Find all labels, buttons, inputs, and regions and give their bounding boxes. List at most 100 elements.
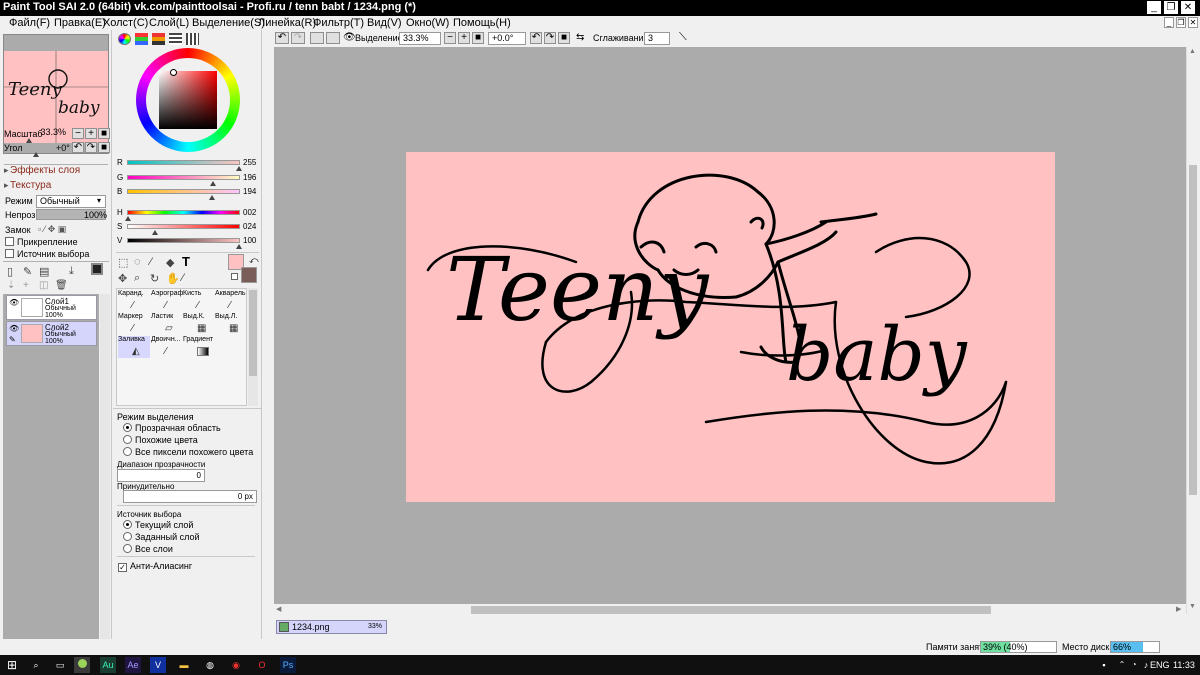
menu-view[interactable]: Вид(V) [367,16,402,30]
vegas-app-icon[interactable]: V [150,657,166,673]
transfer-down-icon[interactable]: ⤓ [69,265,74,278]
invert-selection-button[interactable] [326,32,340,44]
transparent-color-icon[interactable] [231,273,238,280]
tools-scrollbar[interactable] [248,288,258,406]
eye-icon[interactable]: 👁 [9,298,19,307]
g-slider-thumb[interactable] [210,181,216,186]
layers-scrollbar[interactable] [100,294,110,655]
opera-browser-icon[interactable]: O [254,657,270,673]
b-value[interactable]: 194 [243,187,256,196]
v-slider[interactable] [127,238,240,243]
canvas-vertical-scrollbar[interactable]: ▲ ▼ [1186,47,1198,614]
menu-file[interactable]: Файл(F) [9,16,50,30]
v-slider-thumb[interactable] [236,244,242,249]
zoom-field[interactable]: 33.3% [399,32,441,45]
close-button[interactable]: ✕ [1181,1,1195,14]
tool-pencil[interactable]: Каранд. ⁄ [118,290,150,312]
selection-mode-option-3[interactable]: Все пиксели похожего цвета [123,447,253,457]
restore-button[interactable]: ❐ [1164,1,1178,14]
clip-checkbox[interactable] [5,237,14,246]
rotate-reset-button[interactable]: ■ [98,142,110,153]
zoom-out-button[interactable]: − [444,32,456,44]
scroll-right-icon[interactable]: ▶ [1176,605,1181,613]
canvas-area[interactable]: Teeny baby [274,47,1186,604]
h-slider[interactable] [127,210,240,215]
menu-edit[interactable]: Правка(E) [54,16,106,30]
menu-layer[interactable]: Слой(L) [149,16,189,30]
eyedropper-icon[interactable]: ⁄ [182,272,184,284]
h-value[interactable]: 002 [243,208,256,217]
rotate-right-button[interactable]: ↷ [85,142,97,153]
swap-colors-icon[interactable]: ⤺ [249,255,259,266]
canvas-horizontal-scrollbar[interactable]: ◀ ▶ [274,604,1186,616]
tool-select-eraser[interactable]: Выд.Л. ▦ [215,313,247,335]
hand-icon[interactable]: ✋ [166,272,180,285]
menu-window[interactable]: Окно(W) [406,16,449,30]
tool-binary-pen[interactable]: Двоичн... ⁄ [151,336,183,358]
source-option-2[interactable]: Заданный слой [123,532,200,542]
media-app-icon[interactable]: ◍ [202,657,218,673]
redo-button[interactable]: ↷ [291,32,305,44]
ruler-line-icon[interactable]: ⟍ [679,31,687,44]
eye-icon[interactable]: 👁 [9,324,19,333]
scroll-left-icon[interactable]: ◀ [276,605,281,613]
zoom-in-button[interactable]: + [85,128,97,139]
selection-mode-option-1[interactable]: Прозрачная область [123,423,221,433]
transparency-range-input[interactable]: 0 [117,469,205,482]
swatches-tab-icon[interactable] [169,33,182,45]
magic-wand-icon[interactable]: ⁄ [150,256,152,268]
merge-icon[interactable]: + [23,280,29,291]
delete-layer-icon[interactable]: 🗑 [55,280,68,291]
canvas-image[interactable]: Teeny baby [406,152,1055,502]
scroll-down-icon[interactable]: ▼ [1189,603,1196,610]
lock-icons[interactable]: ▫ ⁄ ✥ ▣ [38,224,66,235]
zoom-reset-button[interactable]: ■ [98,128,110,139]
tool-bucket[interactable]: Заливка ◭ [118,336,150,358]
force-input[interactable]: 0 px [123,490,257,503]
undo-button[interactable]: ↶ [275,32,289,44]
file-explorer-icon[interactable]: ▬ [176,657,192,673]
merge-down-icon[interactable]: ⇣ [7,280,15,291]
menu-help[interactable]: Помощь(H) [453,16,511,30]
g-value[interactable]: 196 [243,173,256,182]
rgb-tab-icon[interactable] [135,33,148,45]
r-slider-thumb[interactable] [236,166,242,171]
tool-eraser[interactable]: Ластик ▱ [151,313,183,335]
layer-row-1[interactable]: 👁 Слой1 Обычный 100% [6,295,97,320]
s-slider[interactable] [127,224,240,229]
eye-icon[interactable]: 👁 [343,32,356,43]
document-tab[interactable]: 1234.png 33% [276,620,387,634]
b-slider-thumb[interactable] [209,195,215,200]
painttool-sai-app-icon[interactable] [74,657,90,673]
tool-marker[interactable]: Маркер ⁄ [118,313,150,335]
rotate-reset-button[interactable]: ■ [558,32,570,44]
selection-mode-option-2[interactable]: Похожие цвета [123,435,198,445]
angle-value[interactable]: +0° [56,143,70,153]
rect-select-icon[interactable]: ⬚ [118,256,128,269]
tool-brush[interactable]: Кисть ⁄ [183,290,215,312]
scroll-up-icon[interactable]: ▲ [1189,48,1196,55]
h-slider-thumb[interactable] [125,216,131,221]
lasso-icon[interactable]: ◌ [134,256,141,268]
r-value[interactable]: 255 [243,158,256,167]
rotate-icon[interactable]: ↻ [150,272,159,285]
mixer-tab-icon[interactable] [186,33,199,45]
deselect-button[interactable] [310,32,324,44]
tool-select-pen[interactable]: Выд.К. ▦ [183,313,215,335]
s-slider-thumb[interactable] [152,230,158,235]
v-value[interactable]: 100 [243,236,256,245]
color-wheel[interactable] [136,48,240,152]
source-option-3[interactable]: Все слои [123,544,173,554]
blend-mode-select[interactable]: Обычный [36,195,106,208]
zoom-out-button[interactable]: − [72,128,84,139]
layer-row-2[interactable]: 👁 ✎ Слой2 Обычный 100% [6,321,97,346]
audition-app-icon[interactable]: Au [100,657,116,673]
clear-layer-icon[interactable]: ◫ [39,280,48,291]
secondary-color-swatch[interactable] [241,267,257,283]
menu-ruler[interactable]: Линейка(R) [258,16,316,30]
zoom-icon[interactable]: ⌕ [134,272,140,285]
hsv-tab-icon[interactable] [152,33,165,45]
menu-filter[interactable]: Фильтр(T) [313,16,364,30]
color-picker-marker[interactable] [170,69,177,76]
shape-icon[interactable]: ◆ [166,256,174,269]
